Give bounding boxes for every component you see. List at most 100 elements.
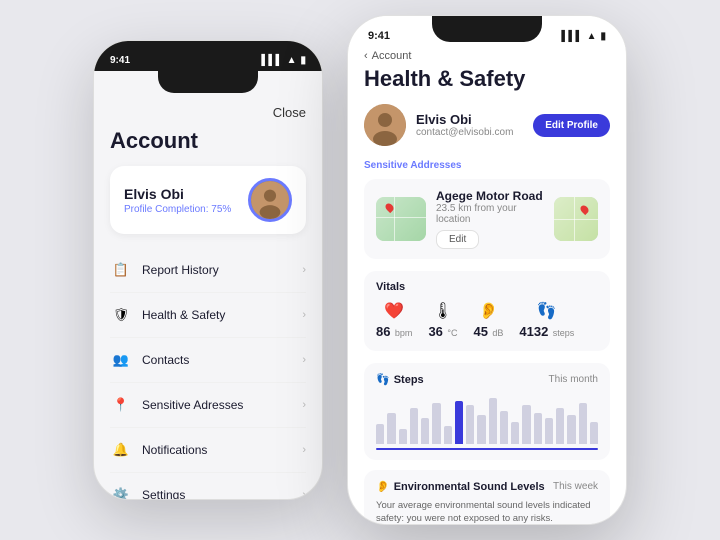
steps-icon: 👣 (519, 301, 574, 321)
map-thumbnail-left (376, 197, 426, 241)
menu-item-report-history[interactable]: 📋 Report History › (110, 248, 306, 293)
settings-icon: ⚙️ (110, 484, 132, 500)
chevron-icon: › (302, 354, 306, 366)
menu-item-contacts[interactable]: 👥 Contacts › (110, 338, 306, 383)
close-button[interactable]: Close (110, 105, 306, 120)
bar-item (511, 422, 519, 444)
bar-item (534, 413, 542, 444)
edit-profile-button[interactable]: Edit Profile (533, 114, 610, 137)
signal-icon: ▌▌▌ (261, 55, 282, 66)
profile-card-info: Elvis Obi Profile Completion: 75% (124, 186, 231, 215)
user-info: Elvis Obi contact@elvisobi.com (416, 112, 523, 138)
wifi-icon: ▲ (287, 55, 297, 66)
vital-bpm-unit: bpm (395, 328, 413, 338)
user-profile-row: Elvis Obi contact@elvisobi.com Edit Prof… (364, 104, 610, 146)
sound-label: 👂 Environmental Sound Levels (376, 480, 545, 493)
sound-description: Your average environmental sound levels … (376, 499, 598, 524)
battery-icon-right: ▮ (600, 31, 606, 42)
battery-icon: ▮ (300, 55, 306, 66)
menu-label-health-safety: Health & Safety (142, 308, 225, 322)
time-left: 9:41 (110, 55, 130, 66)
vital-bpm: ❤️ 86 bpm (376, 301, 412, 341)
user-email: contact@elvisobi.com (416, 127, 523, 138)
chevron-icon: › (302, 489, 306, 500)
address-distance: 23.5 km from your location (436, 203, 544, 225)
ear-icon: 👂 (473, 301, 503, 321)
menu-label-sensitive-addresses: Sensitive Adresses (142, 398, 243, 412)
vital-temp-value: 36 (428, 324, 442, 339)
left-phone: 9:41 ▌▌▌ ▲ ▮ Close Account Elvis Obi Pro… (93, 40, 323, 500)
vital-bpm-value: 86 (376, 324, 390, 339)
bar-item (444, 426, 452, 444)
edit-address-button[interactable]: Edit (436, 230, 479, 249)
signal-icon-right: ▌▌▌ (561, 31, 582, 42)
status-icons-left: ▌▌▌ ▲ ▮ (261, 55, 306, 66)
vital-db: 👂 45 dB (473, 301, 503, 341)
profile-name: Elvis Obi (124, 186, 231, 202)
bar-item (567, 415, 575, 444)
bar-item (500, 411, 508, 444)
menu-item-notifications[interactable]: 🔔 Notifications › (110, 428, 306, 473)
bar-item (410, 408, 418, 444)
menu-item-health-safety[interactable]: 🛡 Health & Safety › (110, 293, 306, 338)
average-line (376, 448, 598, 450)
vital-temp-unit: °C (447, 328, 457, 338)
notch-right (432, 16, 542, 42)
vital-temp: 🌡 36 °C (428, 301, 457, 341)
vital-steps-value: 4132 (519, 324, 548, 339)
bar-item (522, 405, 530, 444)
menu-item-sensitive-addresses[interactable]: 📍 Sensitive Adresses › (110, 383, 306, 428)
notifications-icon: 🔔 (110, 439, 132, 461)
status-bar-left: 9:41 ▌▌▌ ▲ ▮ (94, 41, 322, 71)
steps-label: 👣 Steps (376, 373, 424, 386)
menu-list: 📋 Report History › 🛡 Health & Safety › 👥… (110, 248, 306, 500)
chevron-icon: › (302, 444, 306, 456)
user-avatar-image (364, 104, 406, 146)
avatar-image (251, 181, 289, 219)
steps-header: 👣 Steps This month (376, 373, 598, 386)
time-right: 9:41 (368, 30, 390, 42)
bar-item (590, 422, 598, 444)
sound-period: This week (553, 481, 598, 492)
sound-icon: 👂 (376, 480, 390, 493)
map-thumbnail-right (554, 197, 598, 241)
bar-item (579, 403, 587, 444)
back-label: Account (372, 50, 412, 62)
menu-label-contacts: Contacts (142, 353, 189, 367)
page-title: Health & Safety (364, 66, 610, 92)
bar-item (421, 418, 429, 444)
right-phone: 9:41 ▌▌▌ ▲ ▮ ‹ Account Health & Safety E… (347, 15, 627, 525)
vital-steps-unit: steps (553, 328, 575, 338)
sound-header: 👂 Environmental Sound Levels This week (376, 480, 598, 493)
menu-item-settings[interactable]: ⚙️ Settings › (110, 473, 306, 500)
left-content: Close Account Elvis Obi Profile Completi… (94, 93, 322, 499)
vitals-section: Vitals ❤️ 86 bpm 🌡 36 °C 👂 45 dB (364, 271, 610, 351)
sensitive-addresses-label: Sensitive Addresses (364, 160, 610, 171)
address-name: Agege Motor Road (436, 189, 544, 203)
bar-item (399, 429, 407, 444)
chevron-icon: › (302, 309, 306, 321)
profile-completion: Profile Completion: 75% (124, 204, 231, 215)
report-history-icon: 📋 (110, 259, 132, 281)
chevron-icon: › (302, 399, 306, 411)
heart-icon: ❤️ (376, 301, 412, 321)
menu-label-report-history: Report History (142, 263, 219, 277)
steps-section: 👣 Steps This month (364, 363, 610, 460)
bar-chart (376, 394, 598, 444)
vitals-title: Vitals (376, 281, 598, 293)
menu-label-settings: Settings (142, 488, 185, 500)
profile-card[interactable]: Elvis Obi Profile Completion: 75% (110, 166, 306, 234)
user-name: Elvis Obi (416, 112, 523, 127)
bar-item (545, 418, 553, 444)
account-title: Account (110, 128, 306, 154)
bar-item (489, 398, 497, 444)
back-nav[interactable]: ‹ Account (364, 50, 610, 62)
health-safety-icon: 🛡 (110, 304, 132, 326)
temp-icon: 🌡 (428, 301, 457, 321)
bar-item (455, 401, 463, 444)
vitals-row: ❤️ 86 bpm 🌡 36 °C 👂 45 dB 👣 4132 (376, 301, 598, 341)
user-avatar (364, 104, 406, 146)
right-content: ‹ Account Health & Safety Elvis Obi cont… (348, 50, 626, 524)
bar-item (376, 424, 384, 444)
vital-db-unit: dB (492, 328, 503, 338)
